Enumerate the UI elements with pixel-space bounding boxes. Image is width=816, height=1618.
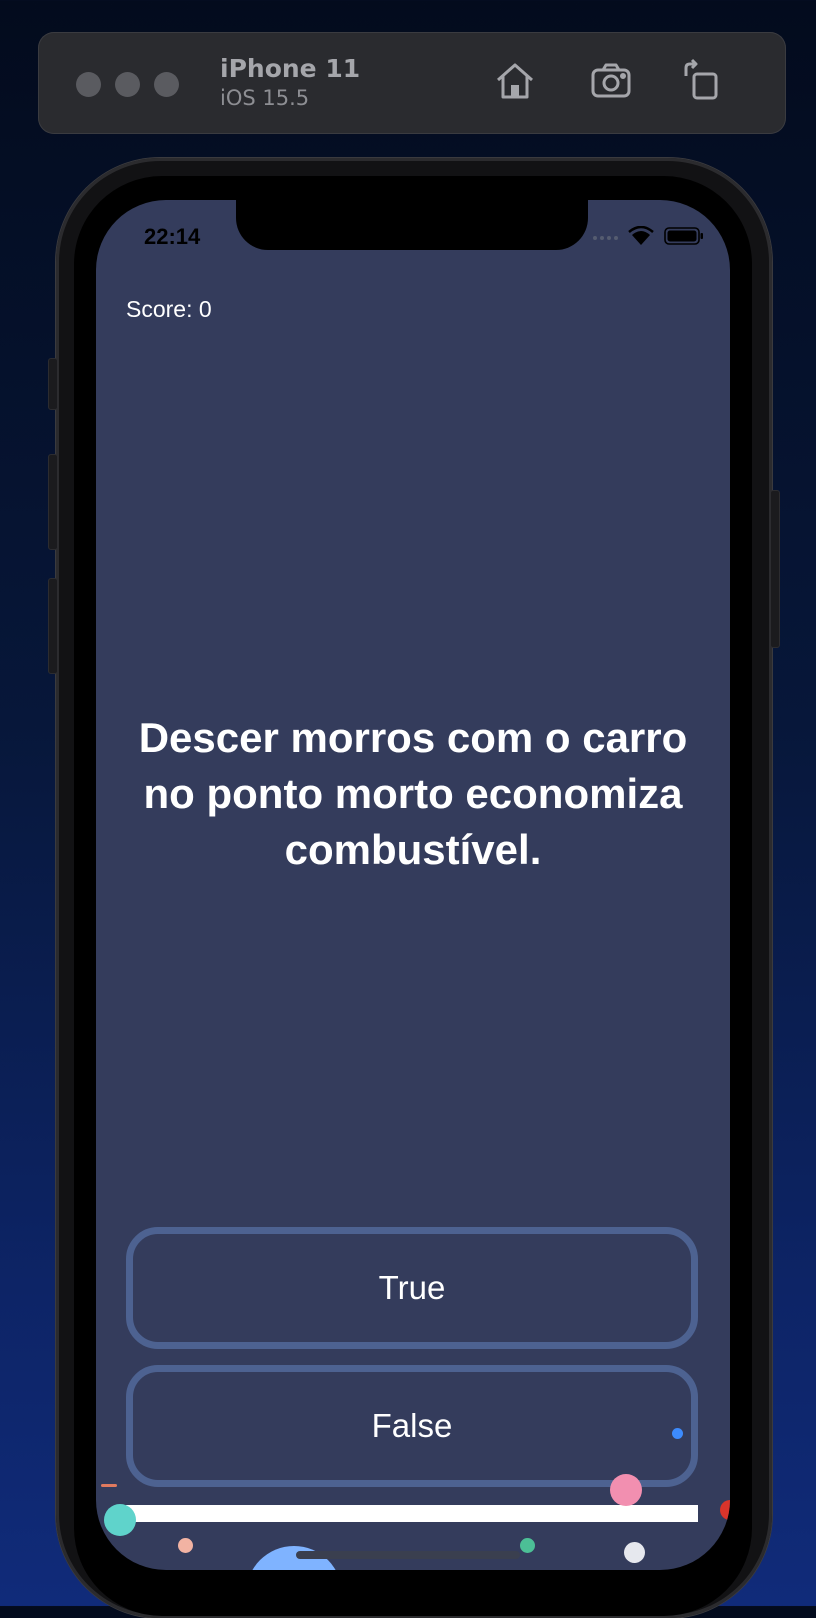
false-button[interactable]: False (126, 1365, 698, 1487)
confetti-dot (610, 1474, 642, 1506)
confetti-dot (672, 1428, 683, 1439)
volume-down-button (48, 578, 58, 674)
confetti-dot (520, 1538, 535, 1553)
question-text: Descer morros com o carro no ponto morto… (138, 714, 688, 873)
power-button (770, 490, 780, 648)
progress-bar (126, 1505, 698, 1522)
window-close-button[interactable] (76, 72, 101, 97)
confetti-dot (104, 1504, 136, 1536)
rotate-icon[interactable] (680, 58, 726, 104)
wifi-icon (628, 225, 654, 250)
cellular-signal-icon (593, 236, 618, 240)
status-time: 22:14 (144, 224, 201, 249)
confetti-dot (101, 1484, 117, 1487)
app-screen: 22:14 Score: 0 Descer morros com o carro… (96, 200, 730, 1570)
score-label: Score: 0 (126, 296, 212, 322)
home-indicator[interactable] (296, 1551, 520, 1559)
device-name: iPhone 11 (220, 54, 361, 83)
mute-switch (48, 358, 58, 410)
home-icon[interactable] (492, 58, 538, 104)
os-version: iOS 15.5 (220, 86, 310, 110)
confetti-dot (178, 1538, 193, 1553)
screenshot-icon[interactable] (588, 58, 634, 104)
status-indicators (593, 225, 704, 250)
window-zoom-button[interactable] (154, 72, 179, 97)
window-minimize-button[interactable] (115, 72, 140, 97)
simulator-toolbar (38, 32, 786, 134)
volume-up-button (48, 454, 58, 550)
true-button[interactable]: True (126, 1227, 698, 1349)
confetti-dot (720, 1500, 730, 1520)
confetti-dot (624, 1542, 645, 1563)
battery-icon (664, 226, 704, 250)
notch (236, 200, 588, 250)
progress-fill (126, 1505, 698, 1522)
